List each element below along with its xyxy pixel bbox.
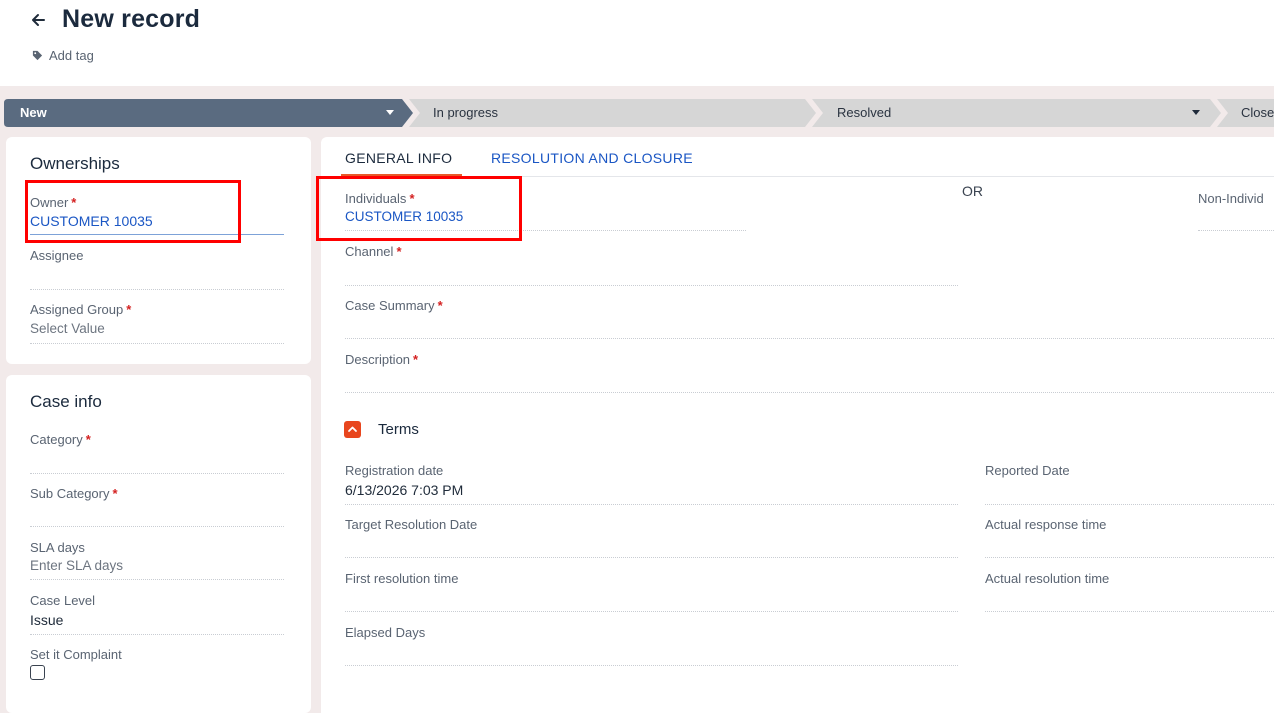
owner-label: Owner * [30,195,77,210]
target-resolution-date-label: Target Resolution Date [345,517,478,532]
stage-new[interactable]: New [4,99,409,127]
actual-response-time-label: Actual response time [985,517,1107,532]
case-level-underline [30,634,284,635]
case-level-field[interactable]: Issue [30,612,63,628]
assigned-group-select[interactable]: Select Value [30,321,105,336]
sub-category-label: Sub Category * [30,486,118,501]
description-field[interactable] [345,392,1274,393]
description-label: Description * [345,352,419,367]
chevron-down-icon[interactable] [1192,110,1200,115]
non-individuals-field[interactable] [1198,230,1274,231]
page-header: New record Add tag [0,0,1274,86]
individuals-underline [345,230,746,231]
tab-general-info[interactable]: GENERAL INFO [345,150,452,166]
registration-date-field[interactable]: 6/13/2026 7:03 PM [345,482,463,498]
terms-collapse-toggle[interactable] [344,421,361,438]
target-resolution-date-field[interactable] [345,557,958,558]
sub-category-field[interactable] [30,526,284,527]
sla-days-input[interactable]: Enter SLA days [30,558,123,573]
individuals-label: Individuals * [345,191,415,206]
complaint-label: Set it Complaint [30,647,122,662]
chevron-up-icon [348,426,357,432]
registration-date-label: Registration date [345,463,444,478]
actual-resolution-time-field[interactable] [985,611,1274,612]
page-title: New record [62,5,201,33]
actual-resolution-time-label: Actual resolution time [985,571,1110,586]
case-info-title: Case info [30,392,102,411]
category-label: Category * [30,432,91,447]
main-form-card: GENERAL INFO RESOLUTION AND CLOSURE Indi… [321,137,1274,713]
add-tag-label: Add tag [49,48,94,63]
tab-resolution-and-closure[interactable]: RESOLUTION AND CLOSURE [491,150,693,166]
or-separator: OR [962,183,983,199]
sla-days-label: SLA days [30,540,85,555]
owner-field[interactable]: CUSTOMER 10035 [30,213,153,229]
add-tag-button[interactable]: Add tag [32,48,94,63]
channel-label: Channel * [345,244,402,259]
stage-in-progress-label: In progress [433,105,499,120]
complaint-checkbox[interactable] [30,665,45,680]
first-resolution-time-label: First resolution time [345,571,459,586]
stage-close[interactable]: Close [1220,99,1274,127]
back-arrow-icon[interactable] [30,8,46,32]
stage-close-label: Close [1241,105,1274,120]
tag-icon [32,50,43,61]
assignee-label: Assignee [30,248,84,263]
registration-date-underline [345,504,958,505]
chevron-down-icon[interactable] [386,110,394,115]
case-summary-field[interactable] [345,338,1274,339]
stage-in-progress[interactable]: In progress [412,99,812,127]
stage-resolved[interactable]: Resolved [815,99,1220,127]
non-individuals-label: Non-Individ [1198,191,1264,206]
owner-underline [30,234,284,235]
individuals-field[interactable]: CUSTOMER 10035 [345,209,463,224]
stage-new-label: New [20,105,47,120]
stage-resolved-label: Resolved [837,105,892,120]
reported-date-label: Reported Date [985,463,1070,478]
ownerships-title: Ownerships [30,154,120,173]
elapsed-days-field[interactable] [345,665,958,666]
channel-field[interactable] [345,285,958,286]
case-level-label: Case Level [30,593,96,608]
category-field[interactable] [30,473,284,474]
case-info-card: Case info Category * Sub Category * SLA da… [6,375,311,713]
first-resolution-time-field[interactable] [345,611,958,612]
assigned-group-underline [30,343,284,344]
sla-days-underline [30,579,284,580]
ownerships-card: Ownerships Owner * CUSTOMER 10035 Assigne… [6,137,311,364]
actual-response-time-field[interactable] [985,557,1274,558]
case-summary-label: Case Summary * [345,298,443,313]
assignee-field[interactable] [30,289,284,290]
tabs-divider [341,176,1274,177]
terms-title: Terms [378,421,419,438]
elapsed-days-label: Elapsed Days [345,625,426,640]
stage-bar: New In progress Resolved Close [4,99,1274,127]
reported-date-field[interactable] [985,504,1274,505]
assigned-group-label: Assigned Group * [30,302,132,317]
